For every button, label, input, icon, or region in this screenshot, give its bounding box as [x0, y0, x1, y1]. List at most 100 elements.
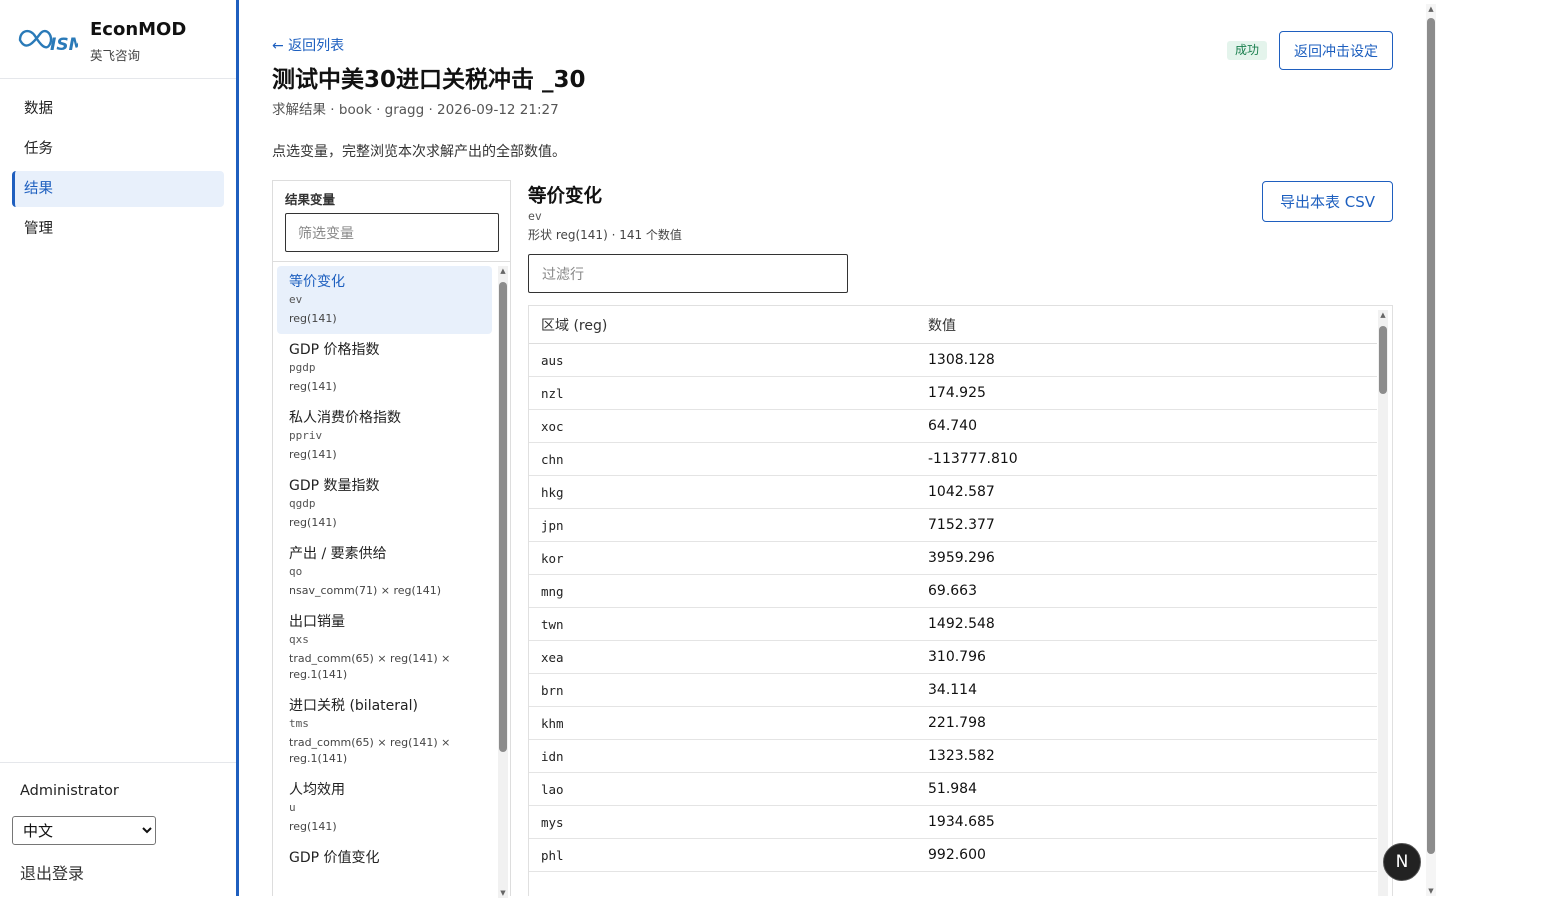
- region-cell: jpn: [529, 508, 916, 542]
- table-row: khm 221.798: [529, 706, 1377, 740]
- region-cell: aus: [529, 343, 916, 377]
- variable-code: pgdp: [289, 361, 316, 374]
- table-row: idn 1323.582: [529, 739, 1377, 773]
- sidebar-footer: Administrator 中文 退出登录: [0, 762, 236, 897]
- value-cell: 221.798: [916, 706, 1377, 740]
- variable-panel: 结果变量 筛选变量 等价变化 ev reg(141) GDP 价格指数 pgdp…: [272, 180, 511, 898]
- table-scrollbar[interactable]: ▲: [1378, 310, 1388, 896]
- table-row: phl 992.600: [529, 838, 1377, 872]
- scroll-down-arrow-icon[interactable]: ▼: [1426, 886, 1436, 896]
- variable-item-pgdp[interactable]: GDP 价格指数 pgdp reg(141): [277, 334, 492, 402]
- language-select[interactable]: 中文: [12, 816, 156, 845]
- variable-label: 出口销量: [289, 614, 345, 630]
- status-badge: 成功: [1227, 41, 1268, 60]
- variable-code: qo: [289, 565, 303, 578]
- table-row: jpn 7152.377: [529, 508, 1377, 542]
- user-name: Administrator: [20, 783, 119, 799]
- variable-filter-placeholder: 筛选变量: [298, 225, 354, 242]
- results-table-container: 区域 (reg) 数值 aus 1308.128 nzl 174.925 xoc 64…: [528, 305, 1393, 896]
- export-csv-button[interactable]: 导出本表 CSV: [1262, 181, 1393, 222]
- detail-title: 等价变化: [528, 186, 603, 207]
- svg-text:ISM: ISM: [50, 35, 78, 55]
- region-cell: brn: [529, 673, 916, 707]
- variable-label: 产出 / 要素供给: [289, 546, 387, 562]
- variable-shape: trad_comm(65) × reg(141) × reg.1(141): [289, 736, 451, 765]
- scroll-down-arrow-icon[interactable]: ▼: [498, 888, 508, 898]
- variable-label: GDP 价值变化: [289, 850, 380, 866]
- variable-label: GDP 数量指数: [289, 478, 380, 494]
- variable-item-u[interactable]: 人均效用 u reg(141): [277, 774, 492, 842]
- region-cell: xoc: [529, 409, 916, 443]
- sidebar: ISM EconMOD 英飞咨询 数据 任务 结果 管理 Administrat…: [0, 0, 239, 896]
- table-row: mys 1934.685: [529, 805, 1377, 839]
- scroll-up-arrow-icon[interactable]: ▲: [498, 266, 508, 276]
- row-filter-placeholder: 过滤行: [542, 266, 584, 283]
- table-row: aus 1308.128: [529, 343, 1377, 377]
- variable-label: 私人消费价格指数: [289, 410, 401, 426]
- variable-item-ev[interactable]: 等价变化 ev reg(141): [277, 266, 492, 334]
- variable-panel-title: 结果变量: [285, 192, 336, 207]
- variable-code: ppriv: [289, 429, 323, 442]
- column-header-value[interactable]: 数值: [916, 306, 1377, 344]
- variable-label: 人均效用: [289, 782, 345, 798]
- variable-code: u: [289, 801, 296, 814]
- nav-item-results[interactable]: 结果: [12, 171, 224, 207]
- variable-code: tms: [289, 717, 309, 730]
- nav-item-tasks[interactable]: 任务: [12, 131, 224, 167]
- region-cell: mng: [529, 574, 916, 608]
- floating-action-button[interactable]: N: [1383, 843, 1421, 881]
- scroll-up-arrow-icon[interactable]: ▲: [1378, 310, 1388, 320]
- variable-item-qgdp[interactable]: GDP 数量指数 qgdp reg(141): [277, 470, 492, 538]
- value-cell: 69.663: [916, 574, 1377, 608]
- table-row: mng 69.663: [529, 574, 1377, 608]
- region-cell: idn: [529, 739, 916, 773]
- value-cell: 1492.548: [916, 607, 1377, 641]
- table-row: nzl 174.925: [529, 376, 1377, 410]
- table-row: xoc 64.740: [529, 409, 1377, 443]
- nav-item-admin[interactable]: 管理: [12, 211, 224, 247]
- variable-filter-input[interactable]: 筛选变量: [285, 213, 499, 252]
- table-row: brn 34.114: [529, 673, 1377, 707]
- detail-code: ev: [528, 209, 542, 223]
- value-cell: 1323.582: [916, 739, 1377, 773]
- page-scrollbar[interactable]: ▲ ▼: [1426, 4, 1436, 896]
- scrollbar-thumb[interactable]: [499, 282, 507, 752]
- variable-shape: reg(141): [289, 448, 337, 461]
- region-cell: twn: [529, 607, 916, 641]
- back-to-list-link[interactable]: ← 返回列表: [272, 35, 344, 55]
- variable-shape: nsav_comm(71) × reg(141): [289, 584, 442, 597]
- main-content: ← 返回列表 测试中美30进口关税冲击 _30 求解结果 · book · gr…: [239, 0, 1560, 898]
- results-table: 区域 (reg) 数值 aus 1308.128 nzl 174.925 xoc 64…: [529, 306, 1377, 872]
- table-row: twn 1492.548: [529, 607, 1377, 641]
- value-cell: 992.600: [916, 838, 1377, 872]
- scrollbar-thumb[interactable]: [1379, 326, 1387, 394]
- table-header-row: 区域 (reg) 数值: [529, 306, 1377, 344]
- value-cell: 1934.685: [916, 805, 1377, 839]
- scrollbar-thumb[interactable]: [1427, 18, 1435, 854]
- back-to-shock-setup-button[interactable]: 返回冲击设定: [1279, 31, 1393, 70]
- nav-item-data[interactable]: 数据: [12, 91, 224, 127]
- value-cell: 310.796: [916, 640, 1377, 674]
- column-header-region[interactable]: 区域 (reg): [529, 306, 916, 344]
- variable-code: ev: [289, 293, 303, 306]
- variable-item-gdp-value[interactable]: GDP 价值变化: [277, 842, 492, 875]
- value-cell: 51.984: [916, 772, 1377, 806]
- variable-item-tms[interactable]: 进口关税 (bilateral) tms trad_comm(65) × reg…: [277, 690, 492, 774]
- variable-shape: reg(141): [289, 820, 337, 833]
- scroll-up-arrow-icon[interactable]: ▲: [1426, 4, 1436, 14]
- row-filter-input[interactable]: 过滤行: [528, 254, 848, 293]
- variable-item-ppriv[interactable]: 私人消费价格指数 ppriv reg(141): [277, 402, 492, 470]
- logout-link[interactable]: 退出登录: [20, 860, 84, 884]
- variable-code: qxs: [289, 633, 309, 646]
- variable-item-qo[interactable]: 产出 / 要素供给 qo nsav_comm(71) × reg(141): [277, 538, 492, 606]
- table-row: xea 310.796: [529, 640, 1377, 674]
- table-row: chn -113777.810: [529, 442, 1377, 476]
- variable-label: GDP 价格指数: [289, 342, 380, 358]
- region-cell: chn: [529, 442, 916, 476]
- region-cell: mys: [529, 805, 916, 839]
- variable-list-scrollbar[interactable]: ▲ ▼: [498, 266, 508, 898]
- region-cell: xea: [529, 640, 916, 674]
- variable-item-qxs[interactable]: 出口销量 qxs trad_comm(65) × reg(141) × reg.…: [277, 606, 492, 690]
- region-cell: lao: [529, 772, 916, 806]
- region-cell: nzl: [529, 376, 916, 410]
